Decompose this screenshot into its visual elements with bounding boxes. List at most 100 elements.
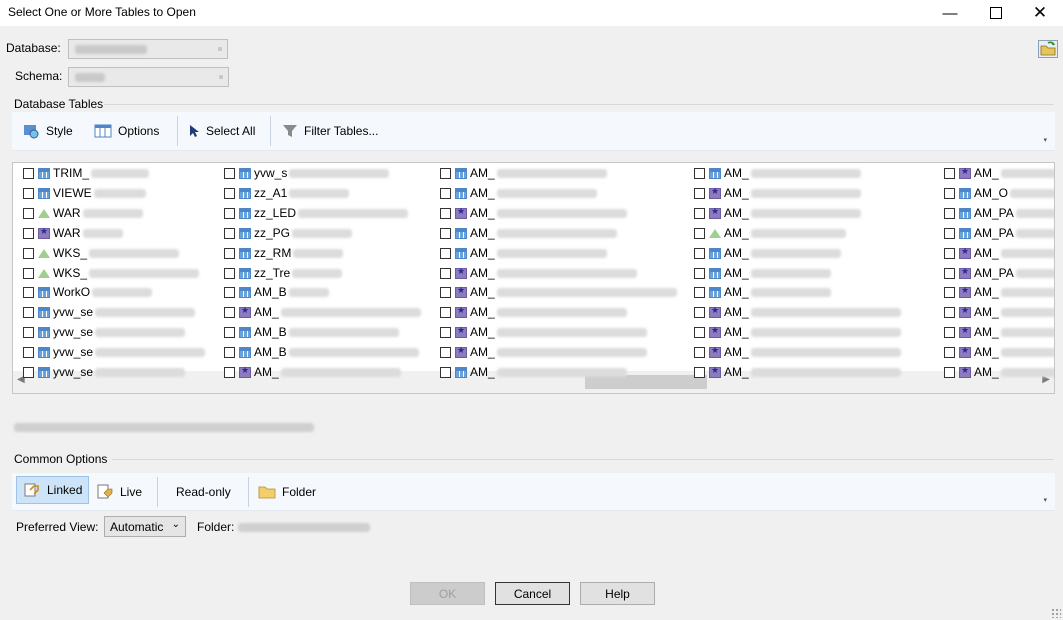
table-list-item[interactable]: zz_LED: [224, 204, 409, 222]
table-checkbox[interactable]: [440, 366, 451, 378]
table-checkbox[interactable]: [224, 326, 235, 338]
open-connection-button[interactable]: [1038, 40, 1058, 58]
table-checkbox[interactable]: [944, 306, 955, 318]
table-checkbox[interactable]: [944, 267, 955, 279]
table-list-item[interactable]: AM_: [440, 184, 597, 202]
table-list-item[interactable]: AM_: [694, 184, 861, 202]
table-checkbox[interactable]: [944, 346, 955, 358]
table-list-item[interactable]: yvw_se: [23, 323, 186, 341]
table-list-item[interactable]: AM_: [440, 323, 647, 341]
table-checkbox[interactable]: [694, 286, 705, 298]
table-checkbox[interactable]: [440, 167, 451, 179]
table-checkbox[interactable]: [694, 167, 705, 179]
table-list-item[interactable]: yvw_se: [23, 343, 206, 361]
table-checkbox[interactable]: [23, 187, 34, 199]
table-list-item[interactable]: zz_PG: [224, 224, 353, 242]
table-checkbox[interactable]: [23, 326, 34, 338]
table-checkbox[interactable]: [440, 247, 451, 259]
table-list-item[interactable]: AM_: [694, 283, 831, 301]
table-list-item[interactable]: AM_: [224, 363, 401, 381]
table-list-item[interactable]: AM_PA: [944, 264, 1054, 282]
options-button[interactable]: Options: [88, 112, 165, 150]
table-list-item[interactable]: AM_: [694, 164, 861, 182]
toolbar-overflow-icon[interactable]: ▾: [1043, 496, 1047, 504]
close-button[interactable]: ✕: [1017, 0, 1063, 26]
table-list-item[interactable]: AM_B: [224, 283, 329, 301]
filter-tables-button[interactable]: Filter Tables...: [276, 112, 384, 150]
table-list-item[interactable]: VIEWE: [23, 184, 146, 202]
table-list-item[interactable]: AM_: [440, 303, 627, 321]
select-all-button[interactable]: Select All: [182, 112, 261, 150]
table-list-item[interactable]: AM_: [694, 303, 901, 321]
table-checkbox[interactable]: [440, 326, 451, 338]
preferred-view-select[interactable]: Automatic ⌄: [104, 516, 186, 537]
table-checkbox[interactable]: [944, 247, 955, 259]
toolbar-overflow-icon[interactable]: ▾: [1043, 136, 1047, 144]
table-list-item[interactable]: AM_: [440, 264, 637, 282]
table-list-item[interactable]: AM_: [944, 303, 1054, 321]
table-checkbox[interactable]: [23, 306, 34, 318]
table-list-item[interactable]: AM_: [440, 204, 627, 222]
table-list-item[interactable]: AM_: [944, 363, 1054, 381]
style-button[interactable]: Style: [16, 112, 79, 150]
table-list-item[interactable]: AM_: [944, 164, 1054, 182]
table-list-item[interactable]: AM_PA: [944, 204, 1054, 222]
table-checkbox[interactable]: [944, 366, 955, 378]
table-checkbox[interactable]: [944, 207, 955, 219]
schema-combo[interactable]: [68, 67, 229, 87]
table-list-item[interactable]: AM_: [944, 283, 1054, 301]
table-list-item[interactable]: zz_Tre: [224, 264, 343, 282]
maximize-button[interactable]: [973, 0, 1019, 26]
table-checkbox[interactable]: [224, 247, 235, 259]
table-list-item[interactable]: AM_: [440, 363, 627, 381]
table-checkbox[interactable]: [23, 207, 34, 219]
table-list-item[interactable]: AM_: [694, 363, 901, 381]
table-checkbox[interactable]: [23, 286, 34, 298]
table-list-item[interactable]: TRIM_: [23, 164, 149, 182]
table-checkbox[interactable]: [944, 286, 955, 298]
table-checkbox[interactable]: [23, 346, 34, 358]
table-checkbox[interactable]: [440, 227, 451, 239]
table-list-item[interactable]: AM_O: [944, 184, 1054, 202]
table-list-item[interactable]: AM_: [694, 323, 901, 341]
table-list-item[interactable]: AM_B: [224, 323, 399, 341]
live-button[interactable]: Live: [90, 473, 148, 510]
table-list-item[interactable]: AM_: [694, 244, 841, 262]
table-list-item[interactable]: WorkO: [23, 283, 153, 301]
table-checkbox[interactable]: [440, 286, 451, 298]
table-list-item[interactable]: zz_RM: [224, 244, 344, 262]
table-checkbox[interactable]: [694, 366, 705, 378]
table-checkbox[interactable]: [224, 286, 235, 298]
table-checkbox[interactable]: [224, 187, 235, 199]
table-checkbox[interactable]: [23, 227, 34, 239]
table-list-item[interactable]: AM_: [440, 343, 647, 361]
table-list-item[interactable]: AM_: [440, 283, 677, 301]
table-checkbox[interactable]: [440, 267, 451, 279]
table-checkbox[interactable]: [23, 366, 34, 378]
table-list-item[interactable]: AM_PA: [944, 224, 1054, 242]
table-checkbox[interactable]: [440, 306, 451, 318]
table-list-item[interactable]: AM_: [694, 204, 861, 222]
table-checkbox[interactable]: [694, 326, 705, 338]
resize-grip[interactable]: [1051, 608, 1061, 618]
table-checkbox[interactable]: [694, 247, 705, 259]
table-checkbox[interactable]: [944, 187, 955, 199]
table-checkbox[interactable]: [944, 326, 955, 338]
table-checkbox[interactable]: [694, 267, 705, 279]
table-list-item[interactable]: AM_: [224, 303, 421, 321]
table-list-item[interactable]: AM_: [944, 343, 1054, 361]
table-checkbox[interactable]: [23, 267, 34, 279]
table-checkbox[interactable]: [944, 167, 955, 179]
table-list-item[interactable]: AM_: [944, 244, 1054, 262]
table-checkbox[interactable]: [694, 306, 705, 318]
table-checkbox[interactable]: [224, 207, 235, 219]
table-list-item[interactable]: AM_: [440, 244, 607, 262]
table-checkbox[interactable]: [23, 247, 34, 259]
read-only-toggle[interactable]: Read-only: [170, 473, 237, 510]
table-list-item[interactable]: yvw_se: [23, 363, 186, 381]
database-combo[interactable]: [68, 39, 228, 59]
table-list-item[interactable]: AM_: [694, 343, 901, 361]
table-checkbox[interactable]: [224, 227, 235, 239]
help-button[interactable]: Help: [580, 582, 655, 605]
table-checkbox[interactable]: [694, 187, 705, 199]
